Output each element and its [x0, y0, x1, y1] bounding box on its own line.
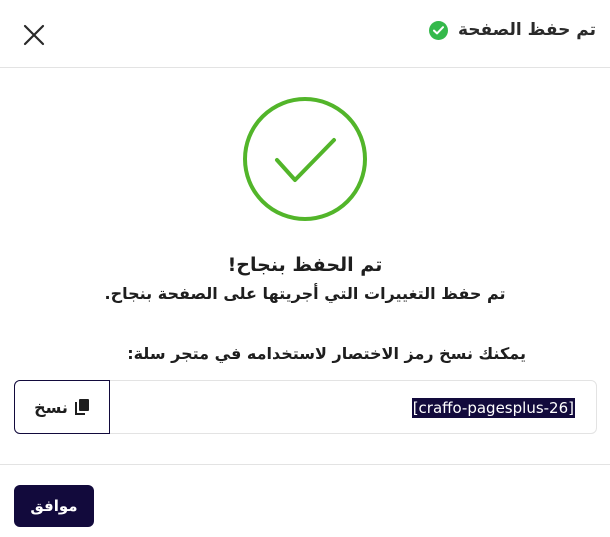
shortcode-value[interactable]: [craffo-pagesplus-26]: [411, 398, 575, 418]
copy-button-label: نسخ: [34, 397, 68, 417]
ok-button[interactable]: موافق: [14, 485, 94, 527]
copy-icon: [74, 399, 89, 415]
dialog-header: تم حفظ الصفحة: [0, 0, 610, 68]
copy-button[interactable]: نسخ: [14, 380, 110, 434]
footer-divider: [0, 464, 610, 465]
success-title: تم الحفظ بنجاح!: [227, 254, 383, 276]
header-title-group: تم حفظ الصفحة: [428, 20, 596, 40]
shortcode-label: يمكنك نسخ رمز الاختصار لاستخدامه في متجر…: [127, 344, 526, 363]
dialog-title: تم حفظ الصفحة: [457, 20, 596, 40]
close-icon: [23, 24, 45, 46]
checkmark-circle-icon: [243, 97, 367, 221]
success-check-icon: [428, 20, 448, 40]
success-message: تم حفظ التغييرات التي أجريتها على الصفحة…: [104, 284, 506, 303]
close-button[interactable]: [20, 21, 48, 49]
